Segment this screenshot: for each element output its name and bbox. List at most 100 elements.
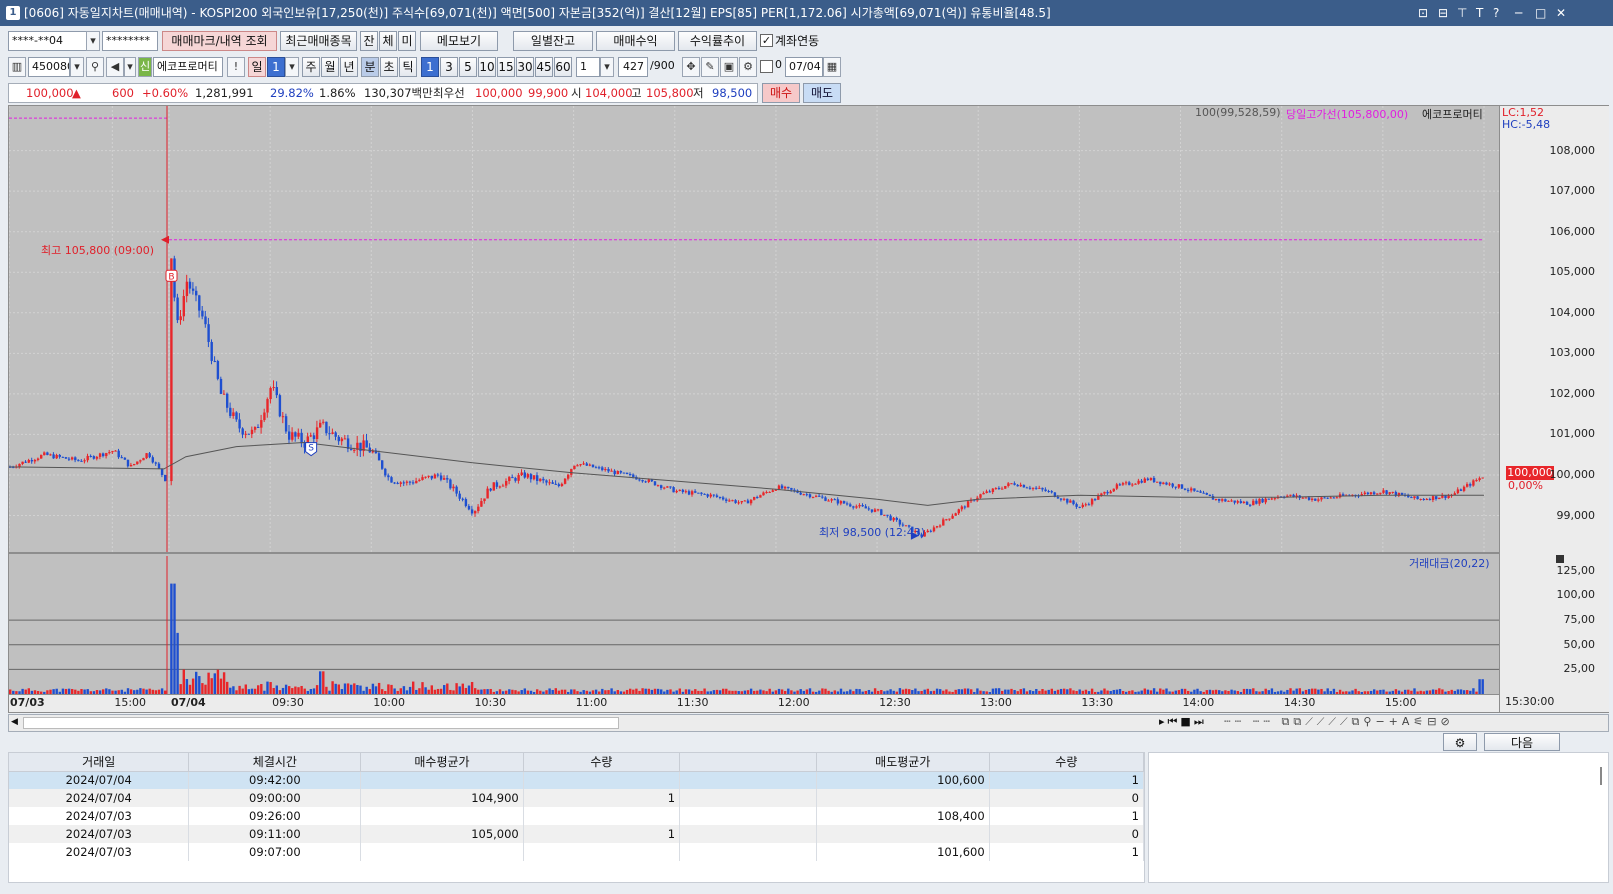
daily-balance-button[interactable]: 일별잔고 (513, 31, 593, 51)
chevron-down-icon[interactable]: ▾ (86, 31, 100, 51)
candle-body (523, 472, 526, 478)
settings-button[interactable]: ⚙ (1443, 733, 1477, 751)
balance-button[interactable]: 잔 (360, 31, 378, 51)
unfilled-button[interactable]: 미 (398, 31, 416, 51)
period-week-button[interactable]: 주 (302, 57, 320, 77)
account-link-checkbox[interactable]: ✓ (760, 34, 773, 47)
account-field[interactable]: ****-**04 (8, 31, 88, 51)
candle-body (607, 469, 610, 472)
memo-button[interactable]: 메모보기 (420, 31, 498, 51)
sound-icon[interactable]: ◀ (106, 57, 124, 77)
volume-pane-close-icon[interactable] (1556, 555, 1564, 563)
minute-30-button[interactable]: 30 (516, 57, 534, 77)
trade-history-grid[interactable]: 거래일 체결시간 매수평균가 수량 매도평균가 수량 2024/07/04 09:… (8, 752, 1145, 883)
pin-icon[interactable]: ⊤ (1457, 0, 1467, 26)
bar-count-field[interactable]: 427 (618, 57, 648, 77)
minute-5-button[interactable]: 5 (459, 57, 477, 77)
period-tick-button[interactable]: 틱 (399, 57, 417, 77)
candle-body (430, 475, 433, 479)
trade-mark-button[interactable]: 매매마크/내역 조회 (162, 31, 277, 51)
search-icon[interactable]: ⚲ (86, 57, 104, 77)
restore-icon[interactable]: ⊡ (1418, 0, 1428, 26)
chevron-down-icon[interactable]: ▾ (285, 57, 299, 77)
crosshair-icon[interactable]: ✥ (682, 57, 700, 77)
close-icon[interactable]: ✕ (1556, 0, 1566, 26)
drawing-tools[interactable]: ┄┄ ┄┄ ⧉⧉⟋⟋⟋⟋⧉⚲−+A⚟⊟⊘ (1224, 715, 1454, 729)
password-field[interactable]: ******** (102, 31, 158, 51)
recent-stocks-button[interactable]: 최근매매종목 (280, 31, 357, 51)
period-second-button[interactable]: 초 (380, 57, 398, 77)
chart-scrollbar[interactable]: ◀ ▸⏮■⏭ ┄┄ ┄┄ ⧉⧉⟋⟋⟋⟋⧉⚲−+A⚟⊟⊘ (8, 714, 1609, 732)
playback-controls[interactable]: ▸⏮■⏭ (1159, 715, 1207, 729)
minute-10-button[interactable]: 10 (478, 57, 496, 77)
scroll-thumb[interactable] (23, 717, 619, 729)
table-cell (679, 843, 817, 861)
table-row[interactable]: 2024/07/03 09:07:00 101,600 1 (9, 843, 1145, 861)
period-year-button[interactable]: 년 (340, 57, 358, 77)
pane-divider[interactable] (9, 552, 1499, 554)
trade-profit-button[interactable]: 매매수익 (596, 31, 675, 51)
candle-body (1010, 483, 1013, 485)
candle-body (932, 527, 936, 532)
minute-1-button[interactable]: 1 (421, 57, 439, 77)
chevron-down-icon[interactable]: ▾ (70, 57, 84, 77)
alert-icon[interactable]: ! (227, 57, 245, 77)
tools-icon[interactable]: ✎ (701, 57, 719, 77)
candle-body (1103, 491, 1106, 494)
candle-body (1304, 497, 1308, 499)
candle-body (842, 501, 846, 504)
candle-body (1459, 489, 1463, 491)
stock-name-field[interactable]: 에코프로머티 (153, 57, 223, 77)
calendar-icon[interactable]: ▦ (823, 57, 841, 77)
candle-body (415, 480, 418, 484)
time-tick-label: 12:30 (879, 696, 911, 709)
minute-3-button[interactable]: 3 (440, 57, 458, 77)
grid-scrollbar[interactable] (1600, 767, 1602, 785)
profit-trend-button[interactable]: 수익률추이 (678, 31, 757, 51)
date-field[interactable]: 07/04 (785, 57, 823, 77)
col-exec-time[interactable]: 체결시간 (188, 753, 362, 772)
table-cell (679, 807, 817, 825)
col-sell-avg[interactable]: 매도평균가 (816, 753, 990, 772)
table-row[interactable]: 2024/07/04 09:00:00 104,900 1 0 (9, 789, 1145, 807)
period-day-button[interactable]: 일 (248, 57, 266, 77)
volume-plot[interactable] (9, 556, 1499, 694)
col-buy-avg[interactable]: 매수평균가 (360, 753, 524, 772)
scroll-left-icon[interactable]: ◀ (11, 717, 18, 727)
table-cell: 09:00:00 (188, 789, 362, 807)
period-minute-button[interactable]: 분 (361, 57, 379, 77)
candlestick-chart[interactable]: BS 07/03 15:00 07/04 09:30 10:00 10:30 11:00 11… (8, 105, 1609, 713)
col-sell-qty[interactable]: 수량 (989, 753, 1145, 772)
help-icon[interactable]: ? (1493, 0, 1499, 26)
font-icon[interactable]: T (1476, 0, 1483, 26)
minute-15-button[interactable]: 15 (497, 57, 515, 77)
minute-45-button[interactable]: 45 (535, 57, 553, 77)
period-month-button[interactable]: 월 (321, 57, 339, 77)
table-row[interactable]: 2024/07/03 09:26:00 108,400 1 (9, 807, 1145, 825)
gear-icon[interactable]: ⚙ (739, 57, 757, 77)
filled-button[interactable]: 체 (379, 31, 397, 51)
buy-button[interactable]: 매수 (762, 83, 800, 103)
candle-body (722, 497, 725, 500)
next-button[interactable]: 다음 (1484, 733, 1560, 751)
candle-body (123, 457, 127, 460)
maximize-icon[interactable]: □ (1535, 0, 1546, 26)
col-trade-date[interactable]: 거래일 (9, 753, 190, 772)
col-buy-qty[interactable]: 수량 (523, 753, 681, 772)
stock-code-field[interactable]: 450080 (28, 57, 70, 77)
date-checkbox[interactable] (760, 60, 773, 73)
chevron-down-icon[interactable]: ▾ (600, 57, 614, 77)
period-value-field[interactable]: 1 (267, 57, 285, 77)
tile-icon[interactable]: ⊟ (1438, 0, 1448, 26)
price-plot[interactable]: BS (9, 106, 1499, 552)
layout-icon[interactable]: ▥ (8, 57, 26, 77)
minute-60-button[interactable]: 60 (554, 57, 572, 77)
save-icon[interactable]: ▣ (720, 57, 738, 77)
table-row[interactable]: 2024/07/03 09:11:00 105,000 1 0 (9, 825, 1145, 843)
sell-button[interactable]: 매도 (803, 83, 841, 103)
table-row[interactable]: 2024/07/04 09:42:00 100,600 1 (9, 771, 1145, 789)
candle-body (691, 491, 694, 495)
minimize-icon[interactable]: ─ (1515, 0, 1522, 26)
chevron-down-icon[interactable]: ▾ (124, 57, 136, 77)
interval-field[interactable]: 1 (576, 57, 600, 77)
